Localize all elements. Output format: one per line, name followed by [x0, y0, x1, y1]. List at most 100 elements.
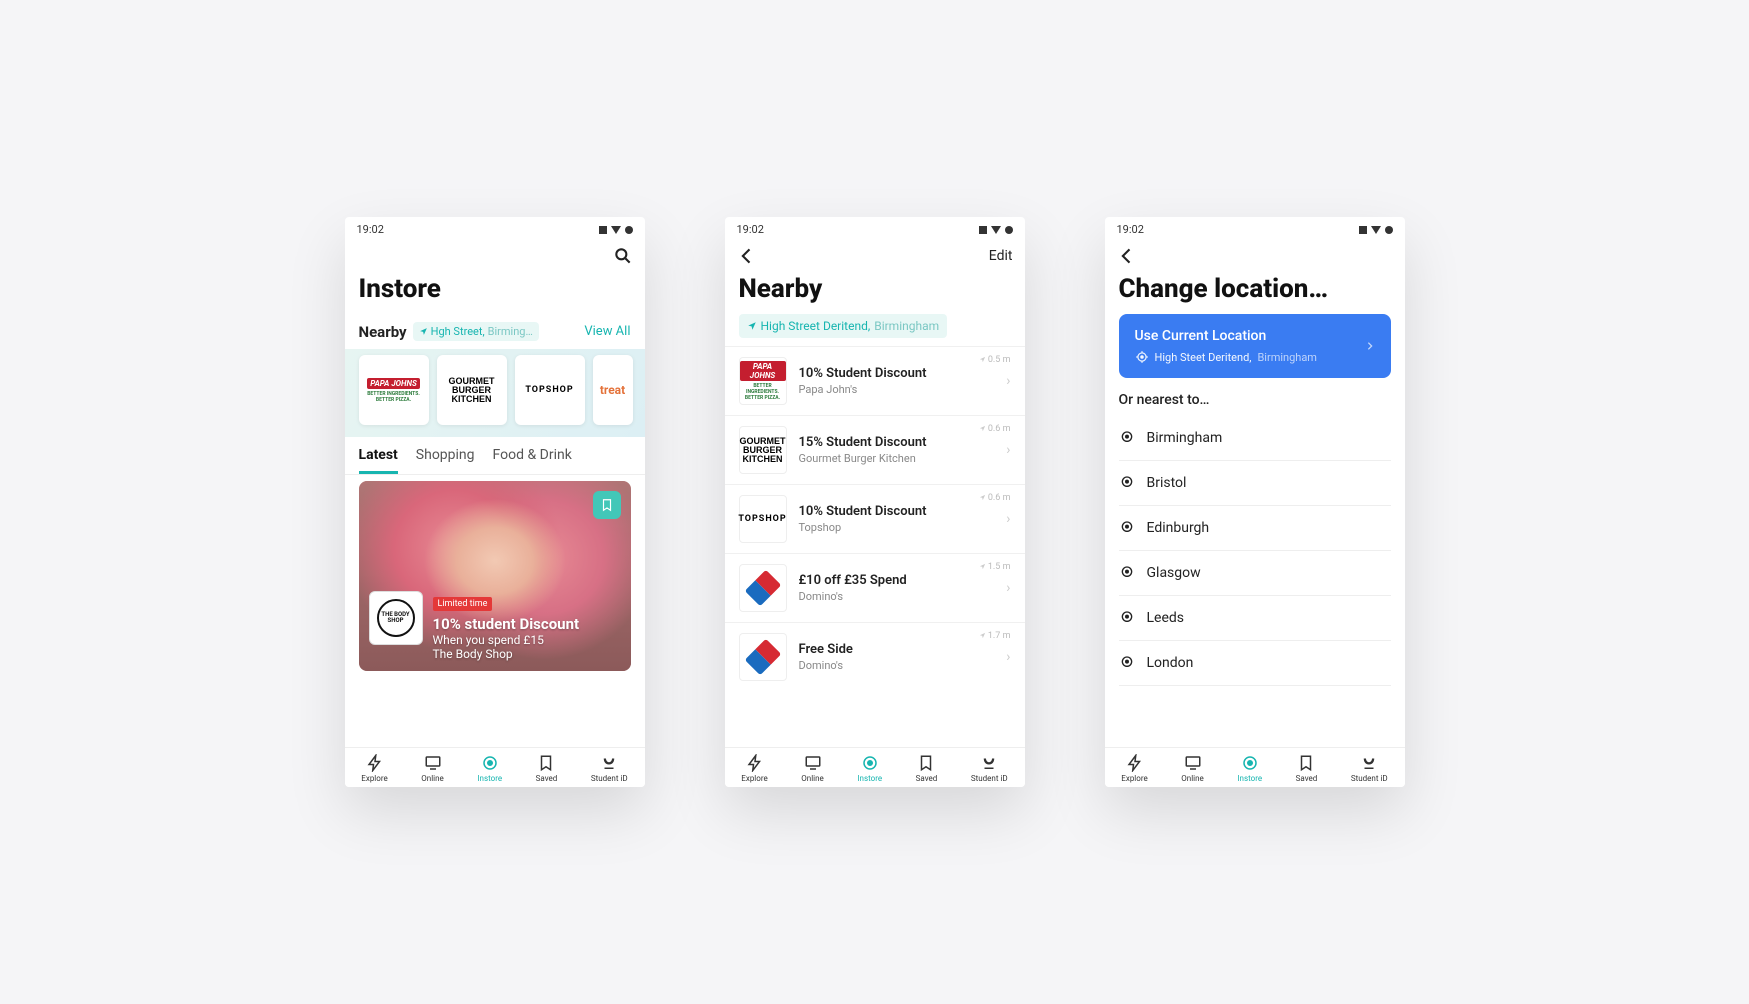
pin-icon — [1119, 565, 1135, 581]
lightning-icon — [1126, 754, 1144, 772]
city-name: London — [1147, 655, 1194, 671]
status-circle-icon — [1005, 226, 1013, 234]
pin-icon — [1119, 655, 1135, 671]
bookmark-button[interactable] — [593, 491, 621, 519]
tab-latest[interactable]: Latest — [359, 447, 398, 474]
city-name: Edinburgh — [1147, 520, 1210, 536]
nearby-title: 10% Student Discount — [799, 366, 995, 381]
brand-card-topshop[interactable]: TOPSHOP — [515, 355, 585, 425]
crosshair-icon — [1135, 350, 1149, 364]
promo-sub: When you spend £15 — [433, 633, 621, 647]
nav-saved[interactable]: Saved — [1296, 754, 1318, 783]
nav-saved[interactable]: Saved — [536, 754, 558, 783]
city-item[interactable]: Glasgow — [1119, 551, 1391, 596]
promo-brand-logo: THE BODY SHOP — [369, 591, 423, 645]
tab-shopping[interactable]: Shopping — [416, 447, 475, 474]
nav-saved[interactable]: Saved — [916, 754, 938, 783]
nearby-brand-logo: GOURMETBURGERKITCHEN — [739, 426, 787, 474]
nearby-item[interactable]: GOURMETBURGERKITCHEN15% Student Discount… — [725, 415, 1025, 484]
brand-scroll[interactable]: PAPA JOHNS BETTER INGREDIENTS. BETTER PI… — [345, 349, 645, 437]
nearby-brand: Domino's — [799, 659, 995, 672]
promo-brand: The Body Shop — [433, 647, 621, 661]
view-all-link[interactable]: View All — [584, 324, 630, 339]
search-icon[interactable] — [613, 246, 633, 266]
nav-instore[interactable]: Instore — [477, 754, 502, 783]
chevron-right-icon: › — [1006, 649, 1010, 665]
lightning-icon — [746, 754, 764, 772]
app-bar: Edit — [725, 242, 1025, 274]
nearby-distance: 0.5 m — [979, 355, 1011, 365]
nav-student-id[interactable]: Student iD — [1351, 754, 1388, 783]
status-circle-icon — [625, 226, 633, 234]
loc-city: Birming… — [488, 325, 533, 338]
status-triangle-icon — [611, 226, 621, 234]
loc-city: Birmingham — [874, 319, 939, 333]
brand-card-gbk[interactable]: GOURMETBURGERKITCHEN — [437, 355, 507, 425]
nav-online[interactable]: Online — [421, 754, 443, 783]
nearby-item[interactable]: £10 off £35 SpendDomino's 1.5 m› — [725, 553, 1025, 622]
current-city: Birmingham — [1257, 351, 1317, 364]
status-triangle-icon — [1371, 226, 1381, 234]
location-pin-icon — [1241, 754, 1259, 772]
lightning-icon — [366, 754, 384, 772]
nav-online[interactable]: Online — [801, 754, 823, 783]
back-button[interactable] — [737, 246, 757, 266]
city-item[interactable]: Birmingham — [1119, 416, 1391, 461]
nav-explore[interactable]: Explore — [741, 754, 767, 783]
nearby-brand-logo — [739, 564, 787, 612]
status-square-icon — [979, 226, 987, 234]
bookmark-icon — [600, 498, 614, 512]
chevron-right-icon: › — [1006, 373, 1010, 389]
nav-online[interactable]: Online — [1181, 754, 1203, 783]
nearby-brand-logo — [739, 633, 787, 681]
edit-link[interactable]: Edit — [989, 248, 1013, 264]
location-pin-icon — [861, 754, 879, 772]
status-bar: 19:02 — [345, 217, 645, 242]
limited-tag: Limited time — [433, 597, 493, 611]
city-item[interactable]: Bristol — [1119, 461, 1391, 506]
loc-street: Hgh Street, — [431, 325, 485, 338]
nav-student-id[interactable]: Student iD — [591, 754, 628, 783]
nearby-title: £10 off £35 Spend — [799, 573, 995, 588]
location-chip[interactable]: Hgh Street, Birming… — [413, 322, 539, 341]
city-item[interactable]: Edinburgh — [1119, 506, 1391, 551]
promo-card[interactable]: THE BODY SHOP Limited time 10% student D… — [359, 481, 631, 671]
pin-icon — [1119, 610, 1135, 626]
city-item[interactable]: London — [1119, 641, 1391, 686]
status-time: 19:02 — [737, 223, 764, 236]
nav-instore[interactable]: Instore — [1237, 754, 1262, 783]
nearby-distance: 0.6 m — [979, 424, 1011, 434]
city-name: Leeds — [1147, 610, 1185, 626]
pin-icon — [1119, 475, 1135, 491]
use-current-location-card[interactable]: Use Current Location High Steet Deritend… — [1119, 314, 1391, 378]
back-button[interactable] — [1117, 246, 1137, 266]
tab-food[interactable]: Food & Drink — [493, 447, 572, 474]
nearby-distance: 0.6 m — [979, 493, 1011, 503]
nearby-distance: 1.7 m — [979, 631, 1011, 641]
nearby-brand-logo: PAPA JOHNSBETTER INGREDIENTS. BETTER PIZ… — [739, 357, 787, 405]
city-item[interactable]: Leeds — [1119, 596, 1391, 641]
status-bar: 19:02 — [725, 217, 1025, 242]
nearby-item[interactable]: TOPSHOP10% Student DiscountTopshop 0.6 m… — [725, 484, 1025, 553]
status-time: 19:02 — [357, 223, 384, 236]
nav-student-id[interactable]: Student iD — [971, 754, 1008, 783]
change-location-screen: 19:02 Change location… Use Current Locat… — [1105, 217, 1405, 787]
nav-explore[interactable]: Explore — [1121, 754, 1147, 783]
brand-card-papajohns[interactable]: PAPA JOHNS BETTER INGREDIENTS. BETTER PI… — [359, 355, 429, 425]
category-tabs: Latest Shopping Food & Drink — [345, 437, 645, 475]
chevron-right-icon: › — [1006, 580, 1010, 596]
page-title: Change location… — [1105, 274, 1405, 314]
monitor-icon — [424, 754, 442, 772]
nav-explore[interactable]: Explore — [361, 754, 387, 783]
status-time: 19:02 — [1117, 223, 1144, 236]
status-icons — [1359, 226, 1393, 234]
pin-icon — [1119, 430, 1135, 446]
monitor-icon — [804, 754, 822, 772]
nearby-distance: 1.5 m — [979, 562, 1011, 572]
nearby-item[interactable]: PAPA JOHNSBETTER INGREDIENTS. BETTER PIZ… — [725, 346, 1025, 415]
nav-instore[interactable]: Instore — [857, 754, 882, 783]
location-chip[interactable]: High Street Deritend, Birmingham — [739, 314, 948, 338]
nearby-screen: 19:02 Edit Nearby High Street Deritend, … — [725, 217, 1025, 787]
brand-card-treat[interactable]: treat — [593, 355, 633, 425]
nearby-item[interactable]: Free SideDomino's 1.7 m› — [725, 622, 1025, 691]
